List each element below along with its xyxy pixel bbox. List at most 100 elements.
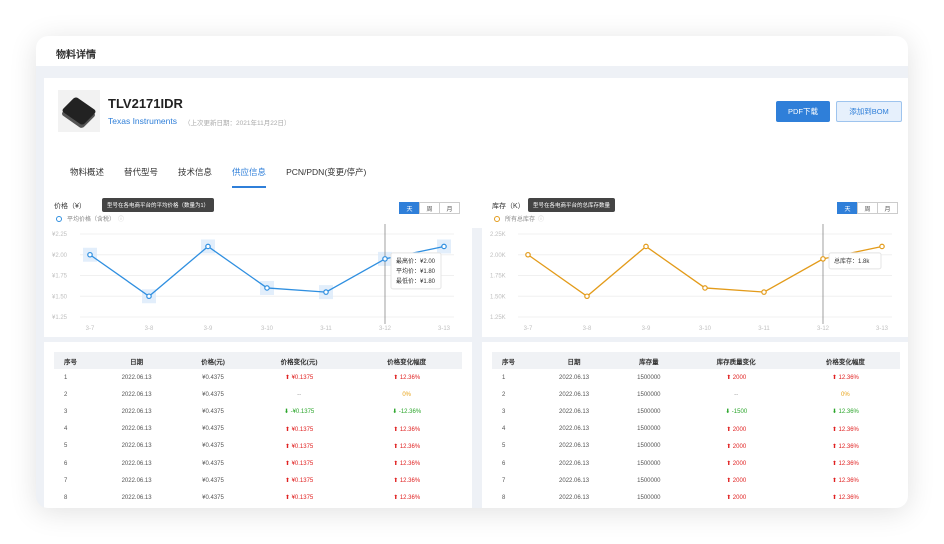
price-cell-no: 3 — [64, 408, 68, 415]
stock-chart: 2.25K 2.00K 1.75K 1.50K 1.25K 3-7 3-8 3-9 3-10 3-… — [490, 224, 892, 332]
page-header: 物料详情 — [36, 36, 908, 66]
price-cell-date: 2022.06.13 — [121, 460, 152, 467]
x-tick-label: 3-10 — [261, 326, 274, 332]
price-cell-change: ⬆ ¥0.1375 — [284, 478, 314, 485]
stock-cell-no: 7 — [502, 477, 506, 484]
legend-marker-icon — [494, 215, 500, 222]
x-tick-label: 3-9 — [204, 326, 213, 332]
stock-cell-qty: 1500000 — [637, 374, 661, 381]
add-to-bom-button[interactable]: 添加到BOM — [836, 101, 902, 122]
data-point — [205, 243, 211, 250]
price-chart-legend: 平均价格（含税） ⓘ — [56, 214, 124, 223]
table-row: 1 2022.06.13 ¥0.4375 ⬆ ¥0.1375 ⬆ 12.36% — [54, 369, 462, 386]
table-row: 8 2022.06.13 1500000 ⬆ 2000 ⬆ 12.36% — [492, 489, 900, 506]
price-table-panel: 序号 日期 价格(元) 价格变化(元) 价格变化幅度 1 2022.06.13 ¥0.437… — [44, 342, 472, 508]
y-tick-label: 1.75K — [490, 274, 506, 280]
y-tick-label: 2.25K — [490, 232, 506, 238]
table-row: 4 2022.06.13 1500000 ⬆ 2000 ⬆ 12.36% — [492, 421, 900, 438]
price-cell-date: 2022.06.13 — [121, 443, 152, 450]
stock-cell-no: 8 — [502, 494, 506, 501]
tab-supply-info[interactable]: 供应信息 — [232, 164, 267, 188]
stock-cell-qty: 1500000 — [637, 391, 661, 398]
x-tick-label: 3-10 — [699, 326, 712, 332]
stock-table-panel: 序号 日期 库存量 库存质量变化 价格变化幅度 1 2022.06.13 1500000 ⬆ … — [482, 342, 908, 508]
stock-cell-pct: ⬆ 12.36% — [831, 375, 859, 382]
stock-history-table: 序号 日期 库存量 库存质量变化 价格变化幅度 1 2022.06.13 1500000 ⬆ … — [492, 352, 900, 507]
hover-tooltip-text: 平均价：¥1.80 — [396, 267, 436, 275]
price-cell-pct: ⬆ 12.36% — [393, 443, 421, 450]
period-day-button[interactable]: 天 — [399, 202, 420, 214]
table-row: 6 2022.06.13 ¥0.4375 ⬆ ¥0.1375 ⬆ 12.36% — [54, 455, 462, 472]
chip-icon — [58, 90, 100, 132]
price-cell-no: 2 — [64, 391, 68, 398]
price-cell-date: 2022.06.13 — [121, 408, 152, 415]
tab-bar: 物料概述 替代型号 技术信息 供应信息 PCN/PDN(变更/停产) — [70, 164, 386, 188]
update-date: （上次更新日期：2021年11月22日） — [184, 120, 291, 127]
stock-cell-change: ⬆ 2000 — [726, 461, 747, 468]
table-row: 5 2022.06.13 ¥0.4375 ⬆ ¥0.1375 ⬆ 12.36% — [54, 438, 462, 455]
y-tick-label: ¥2.25 — [52, 232, 68, 238]
y-tick-label: 1.25K — [490, 315, 506, 321]
period-month-button[interactable]: 月 — [439, 202, 460, 214]
table-row: 2 2022.06.13 1500000 -- 0% — [492, 386, 900, 403]
price-cell-date: 2022.06.13 — [121, 477, 152, 484]
stock-cell-change: ⬆ 2000 — [726, 426, 747, 433]
data-point — [702, 285, 708, 291]
x-tick-label: 3-13 — [438, 326, 451, 332]
price-history-table: 序号 日期 价格(元) 价格变化(元) 价格变化幅度 1 2022.06.13 ¥0.437… — [54, 352, 462, 507]
price-cell-change: ⬇ -¥0.1375 — [283, 409, 315, 416]
price-chart-info-tooltip: 型号在各电商平台的平均价格（数量为1） — [102, 198, 215, 212]
price-cell-pct: ⬆ 12.36% — [393, 426, 421, 433]
stock-period-switch: 天 周 月 — [837, 202, 898, 214]
stock-cell-qty: 1500000 — [637, 494, 661, 501]
stock-cell-pct: ⬇ 12.36% — [831, 409, 859, 416]
help-icon[interactable]: ⓘ — [118, 214, 124, 223]
price-cell-change: ⬆ ¥0.1375 — [284, 375, 314, 382]
price-period-switch: 天 周 月 — [399, 202, 460, 214]
price-header-2: 价格(元) — [201, 358, 225, 366]
period-month-button[interactable]: 月 — [877, 202, 898, 214]
tab-tech-info[interactable]: 技术信息 — [178, 164, 212, 188]
period-week-button[interactable]: 周 — [857, 202, 878, 214]
pdf-download-button[interactable]: PDF下载 — [776, 101, 830, 122]
period-day-button[interactable]: 天 — [837, 202, 858, 214]
y-tick-label: 1.50K — [490, 294, 506, 300]
data-point — [441, 243, 447, 250]
price-cell-price: ¥0.4375 — [202, 460, 224, 467]
stock-cell-change: ⬆ 2000 — [726, 375, 747, 382]
period-week-button[interactable]: 周 — [419, 202, 440, 214]
x-tick-label: 3-7 — [86, 326, 95, 332]
data-point — [323, 289, 329, 295]
price-cell-price: ¥0.4375 — [202, 408, 224, 415]
price-cell-date: 2022.06.13 — [121, 391, 152, 398]
y-tick-label: ¥1.75 — [52, 274, 68, 280]
hover-tooltip-text: 最低价：¥1.80 — [396, 277, 436, 285]
app-window: 物料详情 TLV2171IDR Texas Instruments （上次更新日… — [36, 36, 908, 508]
price-cell-date: 2022.06.13 — [121, 494, 152, 501]
stock-cell-qty: 1500000 — [637, 477, 661, 484]
manufacturer-link[interactable]: Texas Instruments — [108, 116, 177, 126]
price-cell-pct: ⬆ 12.36% — [393, 495, 421, 502]
price-cell-change: ⬆ ¥0.1375 — [284, 443, 314, 450]
price-cell-no: 8 — [64, 494, 68, 501]
table-row: 5 2022.06.13 1500000 ⬆ 2000 ⬆ 12.36% — [492, 438, 900, 455]
tab-overview[interactable]: 物料概述 — [70, 164, 104, 188]
stock-header-4: 价格变化幅度 — [825, 358, 865, 366]
data-point — [643, 243, 649, 250]
data-point — [820, 256, 826, 262]
help-icon[interactable]: ⓘ — [538, 214, 544, 223]
x-tick-label: 3-8 — [583, 326, 592, 332]
tab-pcn-pdn[interactable]: PCN/PDN(变更/停产) — [286, 164, 366, 188]
x-tick-label: 3-8 — [145, 326, 154, 332]
tab-alternatives[interactable]: 替代型号 — [124, 164, 158, 188]
stock-chart-legend: 所有总库存 ⓘ — [494, 214, 544, 223]
stock-cell-no: 6 — [502, 460, 506, 467]
price-cell-price: ¥0.4375 — [202, 494, 224, 501]
stock-cell-pct: 0% — [841, 391, 850, 398]
y-tick-label: ¥2.00 — [52, 253, 68, 259]
stock-cell-change: ⬆ 2000 — [726, 478, 747, 485]
data-point — [879, 243, 885, 250]
data-point — [584, 293, 590, 300]
stock-cell-change: ⬆ 2000 — [726, 443, 747, 450]
x-tick-label: 3-11 — [320, 326, 332, 332]
